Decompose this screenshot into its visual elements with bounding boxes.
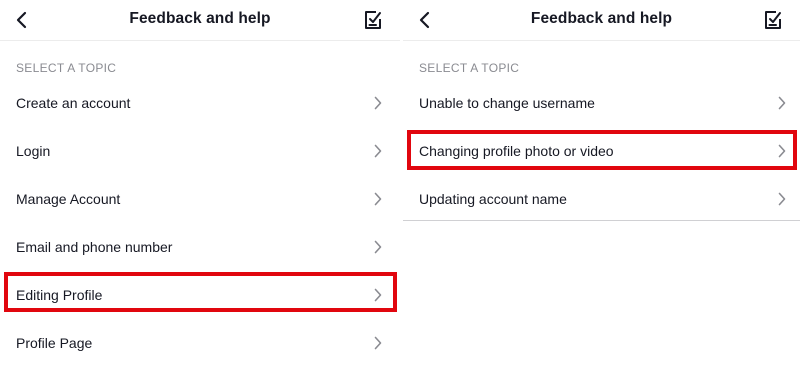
chevron-right-icon: [778, 144, 786, 158]
chevron-right-icon: [374, 96, 382, 110]
back-arrow-icon[interactable]: [12, 8, 34, 32]
chevron-right-icon: [778, 192, 786, 206]
topic-unable-change-username[interactable]: Unable to change username: [403, 79, 800, 127]
topic-label: Updating account name: [419, 191, 567, 207]
topic-create-account[interactable]: Create an account: [0, 79, 400, 127]
topic-label: Unable to change username: [419, 95, 595, 111]
chevron-right-icon: [374, 192, 382, 206]
topic-editing-profile[interactable]: Editing Profile: [0, 271, 400, 319]
section-header: SELECT A TOPIC: [16, 61, 117, 75]
topic-login[interactable]: Login: [0, 127, 400, 175]
section-header: SELECT A TOPIC: [419, 61, 520, 75]
chevron-right-icon: [374, 144, 382, 158]
chevron-right-icon: [374, 240, 382, 254]
chevron-right-icon: [374, 336, 382, 350]
header: Feedback and help: [0, 0, 400, 41]
topic-email-phone[interactable]: Email and phone number: [0, 223, 400, 271]
list-end-divider: [403, 220, 800, 221]
chevron-right-icon: [778, 96, 786, 110]
back-arrow-icon[interactable]: [415, 8, 437, 32]
header: Feedback and help: [403, 0, 800, 41]
topic-label: Create an account: [16, 95, 131, 111]
topic-label: Manage Account: [16, 191, 121, 207]
left-feedback-screen: Feedback and help SELECT A TOPIC Create …: [0, 0, 400, 365]
topic-label: Login: [16, 143, 51, 159]
topic-profile-page[interactable]: Profile Page: [0, 319, 400, 367]
topic-label: Email and phone number: [16, 239, 173, 255]
chevron-right-icon: [374, 288, 382, 302]
page-title: Feedback and help: [530, 10, 673, 27]
edit-note-icon[interactable]: [762, 8, 784, 32]
topic-changing-profile-photo[interactable]: Changing profile photo or video: [403, 127, 800, 175]
page-title: Feedback and help: [129, 10, 271, 27]
topic-label: Editing Profile: [16, 287, 103, 303]
screenshot-composite: Feedback and help SELECT A TOPIC Create …: [0, 0, 800, 365]
edit-note-icon[interactable]: [362, 8, 384, 32]
topic-label: Profile Page: [16, 335, 93, 351]
right-feedback-screen: Feedback and help SELECT A TOPIC Unable …: [403, 0, 800, 365]
topic-updating-account-name[interactable]: Updating account name: [403, 175, 800, 223]
topic-label: Changing profile photo or video: [419, 143, 614, 159]
topic-manage-account[interactable]: Manage Account: [0, 175, 400, 223]
